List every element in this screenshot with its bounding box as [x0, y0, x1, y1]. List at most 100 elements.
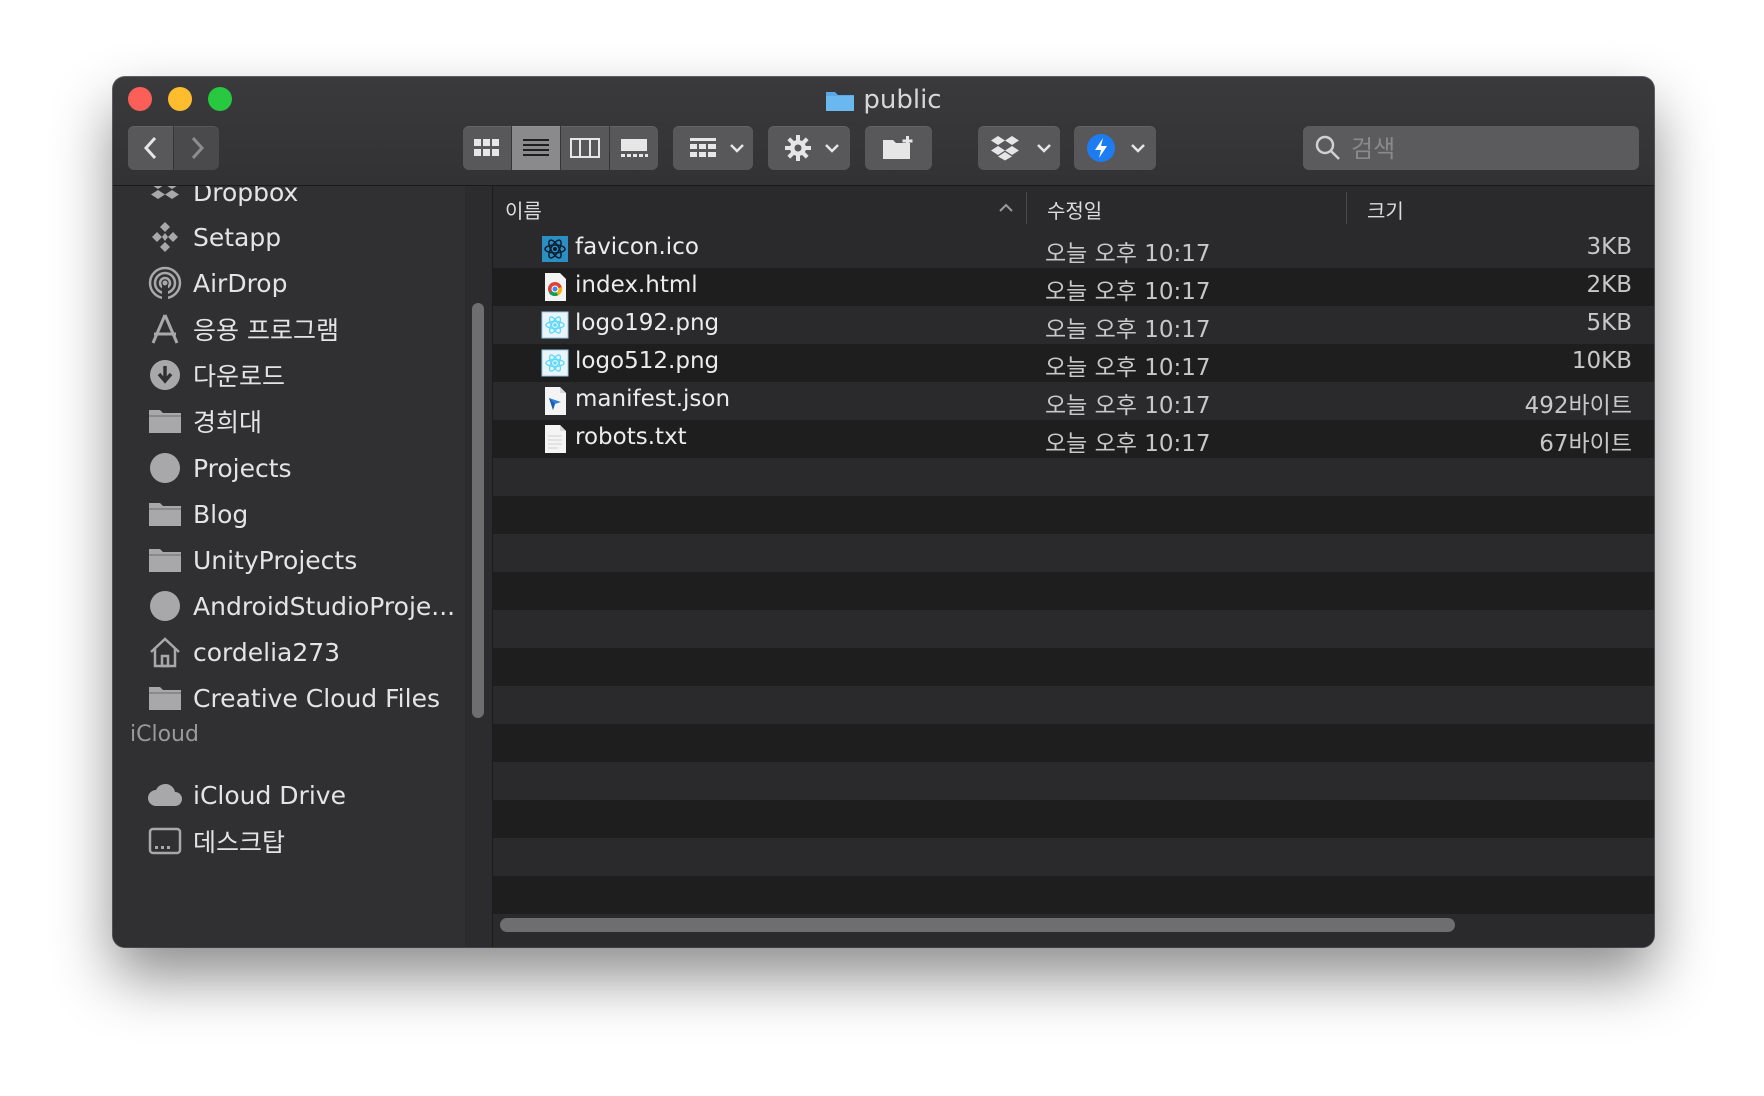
sidebar-item-blog[interactable]: Blog: [113, 491, 465, 537]
column-divider: [1026, 192, 1027, 224]
chevron-down-icon: [825, 144, 839, 153]
column-view-button[interactable]: [561, 126, 609, 170]
home-icon: [147, 634, 183, 670]
applications-icon: [147, 311, 183, 347]
sidebar-item-desktop[interactable]: 데스크탑: [113, 818, 465, 864]
react-image-icon: [541, 349, 569, 377]
empty-row: [493, 724, 1654, 762]
sidebar-item-downloads[interactable]: 다운로드: [113, 352, 465, 398]
file-size: 2KB: [1586, 272, 1633, 298]
sidebar-item-label: 경희대: [193, 408, 263, 437]
sidebar-item-label: 다운로드: [193, 362, 286, 391]
react-icon: [542, 236, 568, 262]
file-name: logo192.png: [575, 310, 720, 336]
chevron-down-icon: [1131, 144, 1145, 153]
sidebar-item-label: Blog: [193, 499, 249, 529]
column-name-header[interactable]: 이름: [505, 195, 542, 224]
file-list: 이름 수정일 크기 favicon.ico 오늘 오후 10:17 3KB in…: [493, 186, 1654, 947]
window-title-text: public: [863, 85, 942, 115]
table-row[interactable]: logo512.png 오늘 오후 10:17 10KB: [493, 344, 1654, 382]
search-field[interactable]: [1303, 126, 1639, 170]
json-file-icon: [545, 387, 566, 415]
sidebar-item-creative-cloud-files[interactable]: Creative Cloud Files: [113, 675, 465, 721]
sidebar-item-airdrop[interactable]: AirDrop: [113, 260, 465, 306]
sidebar-item-androidstudioprojects[interactable]: AndroidStudioProje...: [113, 583, 465, 629]
list-view-button[interactable]: [512, 126, 560, 170]
toolbar: public: [113, 77, 1654, 186]
airdrop-icon: [147, 265, 183, 301]
extension-dropdown[interactable]: [1074, 126, 1156, 170]
column-date-header[interactable]: 수정일: [1047, 195, 1102, 224]
file-date: 오늘 오후 10:17: [1045, 279, 1211, 305]
file-size: 5KB: [1586, 310, 1633, 336]
sidebar-item-projects[interactable]: Projects: [113, 445, 465, 491]
sidebar-item-label: Dropbox: [193, 186, 299, 207]
dropbox-dropdown[interactable]: [978, 126, 1060, 170]
back-button[interactable]: [128, 126, 173, 170]
file-date: 오늘 오후 10:17: [1045, 355, 1211, 381]
sidebar-item-label: UnityProjects: [193, 545, 358, 575]
file-name: manifest.json: [575, 386, 731, 412]
dropbox-icon: [991, 136, 1019, 161]
downloads-icon: [147, 357, 183, 393]
sidebar-item-unityprojects[interactable]: UnityProjects: [113, 537, 465, 583]
empty-row: [493, 572, 1654, 610]
sidebar-item-icloud-drive[interactable]: iCloud Drive: [113, 772, 465, 818]
circle-icon: [147, 450, 183, 486]
cloud-icon: [147, 777, 183, 813]
forward-button[interactable]: [174, 126, 219, 170]
table-row[interactable]: robots.txt 오늘 오후 10:17 67바이트: [493, 420, 1654, 458]
desktop-icon: [147, 823, 183, 859]
columns-icon: [570, 138, 600, 158]
circle-icon: [147, 588, 183, 624]
sidebar-item-label: AndroidStudioProje...: [193, 591, 456, 621]
sidebar-item-setapp[interactable]: Setapp: [113, 214, 465, 260]
file-name: index.html: [575, 272, 698, 298]
empty-row: [493, 648, 1654, 686]
table-row[interactable]: favicon.ico 오늘 오후 10:17 3KB: [493, 230, 1654, 268]
sidebar-item-label: iCloud Drive: [193, 780, 346, 810]
search-input[interactable]: [1349, 132, 1633, 166]
grid-icon: [474, 139, 499, 156]
file-size: 10KB: [1571, 348, 1632, 374]
file-name: logo512.png: [575, 348, 720, 374]
sidebar: Dropbox Setapp AirDrop 응용 프로그램 다운로드 경희대 …: [113, 186, 465, 947]
sidebar-item-dropbox[interactable]: Dropbox: [113, 186, 465, 215]
chevron-left-icon: [143, 136, 156, 160]
group-by-dropdown[interactable]: [673, 126, 753, 170]
column-divider: [1346, 192, 1347, 224]
folder-icon: [147, 680, 183, 716]
table-row[interactable]: logo192.png 오늘 오후 10:17 5KB: [493, 306, 1654, 344]
table-row[interactable]: index.html 오늘 오후 10:17 2KB: [493, 268, 1654, 306]
empty-row: [493, 610, 1654, 648]
file-date: 오늘 오후 10:17: [1045, 431, 1211, 457]
chevron-right-icon: [191, 136, 204, 160]
sidebar-item-label: Projects: [193, 453, 292, 483]
sidebar-item-label: cordelia273: [193, 637, 341, 667]
sidebar-item-home[interactable]: cordelia273: [113, 629, 465, 675]
sidebar-item-label: Creative Cloud Files: [193, 683, 440, 713]
new-folder-button[interactable]: [865, 126, 932, 170]
text-file-icon: [545, 425, 566, 453]
column-size-header[interactable]: 크기: [1367, 195, 1404, 224]
gallery-view-button[interactable]: [610, 126, 658, 170]
table-row[interactable]: manifest.json 오늘 오후 10:17 492바이트: [493, 382, 1654, 420]
empty-row: [493, 876, 1654, 914]
chevron-down-icon: [1037, 144, 1051, 153]
file-size: 3KB: [1586, 234, 1633, 260]
column-header: 이름 수정일 크기: [493, 186, 1654, 231]
transmit-icon: [1087, 134, 1115, 162]
sidebar-item-applications[interactable]: 응용 프로그램: [113, 306, 465, 352]
icon-view-button[interactable]: [463, 126, 511, 170]
chrome-icon: [545, 273, 566, 301]
window-title: public: [113, 85, 1654, 119]
empty-row: [493, 458, 1654, 496]
empty-row: [493, 838, 1654, 876]
horizontal-scrollbar[interactable]: [500, 918, 1455, 932]
list-icon: [523, 139, 549, 156]
new-folder-icon: [882, 136, 912, 159]
sidebar-scrollbar[interactable]: [472, 303, 484, 718]
sidebar-item-khu[interactable]: 경희대: [113, 398, 465, 444]
gallery-icon: [621, 139, 648, 157]
action-dropdown[interactable]: [768, 126, 850, 170]
